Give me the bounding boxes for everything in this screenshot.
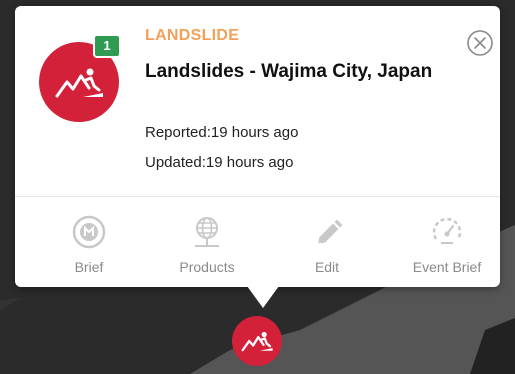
globe-icon	[195, 217, 219, 247]
landslide-icon	[241, 331, 273, 352]
event-count-badge: 1	[93, 34, 121, 58]
reported-time: Reported:19 hours ago	[145, 124, 299, 141]
popup-pointer	[247, 286, 279, 308]
pencil-icon	[317, 219, 343, 245]
close-icon[interactable]	[466, 29, 494, 57]
event-popup: 1 LANDSLIDE Landslides - Wajima City, Ja…	[15, 6, 500, 287]
updated-time: Updated:19 hours ago	[145, 154, 294, 171]
gauge-icon	[432, 217, 462, 244]
event-category: LANDSLIDE	[145, 27, 240, 44]
brief-icon	[72, 215, 106, 249]
event-brief-button[interactable]: Event Brief	[397, 206, 497, 281]
event-brief-label: Event Brief	[412, 259, 482, 275]
brief-button[interactable]: Brief	[39, 206, 139, 281]
landslide-icon	[55, 68, 103, 98]
event-title: Landslides - Wajima City, Japan	[145, 61, 433, 82]
brief-label: Brief	[74, 259, 104, 275]
edit-button[interactable]: Edit	[277, 206, 377, 281]
event-map-marker[interactable]	[232, 316, 282, 366]
products-label: Products	[179, 259, 235, 275]
actions-divider	[15, 196, 500, 197]
products-button[interactable]: Products	[157, 206, 257, 281]
action-bar: Brief Products Edit Event Brief	[15, 206, 500, 281]
edit-label: Edit	[314, 259, 340, 275]
